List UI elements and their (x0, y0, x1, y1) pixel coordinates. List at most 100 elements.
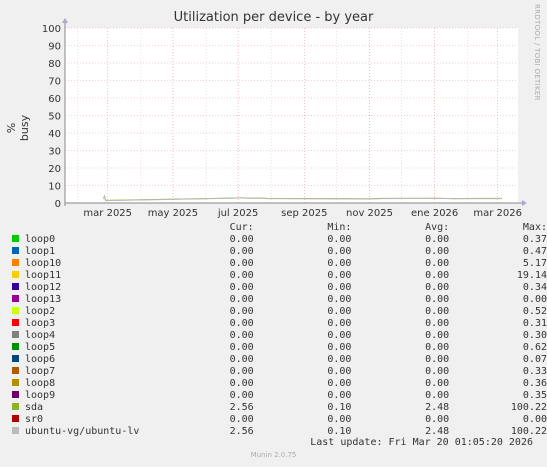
legend-avg-value: 0.00 (425, 270, 450, 281)
legend-max-value: 0.30 (522, 330, 547, 341)
y-tick-label: 70 (48, 77, 61, 88)
legend-row: loop11 0.00 0.00 0.00 19.14 (12, 270, 547, 282)
legend-series-name: loop3 (25, 318, 56, 329)
legend-min-value: 0.00 (327, 270, 352, 281)
legend-series-name: loop7 (25, 366, 56, 377)
legend-series-name: loop4 (25, 330, 56, 341)
legend-series-name: loop10 (25, 258, 62, 269)
legend-avg-value: 2.48 (425, 402, 450, 413)
y-tick-label: 40 (48, 129, 61, 140)
legend-avg-value: 0.00 (425, 414, 450, 425)
legend-row: loop4 0.00 0.00 0.00 0.30 (12, 330, 547, 342)
y-tick-labels: 0 10 20 30 40 50 60 70 80 90 100 (42, 24, 61, 210)
legend-cur-value: 0.00 (229, 294, 254, 305)
legend-avg-value: 0.00 (425, 330, 450, 341)
legend-swatch (12, 307, 19, 314)
legend-avg-value: 0.00 (425, 306, 450, 317)
legend-cur-value: 0.00 (229, 366, 254, 377)
legend-max-value: 19.14 (516, 270, 547, 281)
legend-min-value: 0.00 (327, 366, 352, 377)
legend-row: loop12 0.00 0.00 0.00 0.34 (12, 282, 547, 294)
legend-series-name: loop8 (25, 378, 56, 389)
legend-series-name: loop0 (25, 234, 56, 245)
legend-avg-value: 0.00 (425, 234, 450, 245)
legend-row: loop7 0.00 0.00 0.00 0.33 (12, 366, 547, 378)
legend-series-name: loop2 (25, 306, 56, 317)
legend-max-value: 0.36 (522, 378, 547, 389)
y-axis-arrow (62, 18, 68, 23)
y-tick-label: 90 (48, 42, 61, 53)
legend-row: loop13 0.00 0.00 0.00 0.00 (12, 294, 547, 306)
legend-row: sda 2.56 0.10 2.48 100.22 (12, 402, 547, 414)
legend-max-value: 0.62 (522, 342, 547, 353)
legend-row: loop6 0.00 0.00 0.00 0.07 (12, 354, 547, 366)
legend-min-value: 0.00 (327, 330, 352, 341)
y-tick-label: 60 (48, 94, 61, 105)
legend-min-value: 0.00 (327, 414, 352, 425)
legend-cur-value: 0.00 (229, 354, 254, 365)
legend-max-value: 0.34 (522, 282, 547, 293)
legend-series-name: loop12 (25, 282, 62, 293)
x-tick-label: may 2025 (148, 208, 198, 219)
legend-max-value: 0.35 (522, 390, 547, 401)
legend-max-value: 0.52 (522, 306, 547, 317)
legend-swatch (12, 235, 19, 242)
legend-avg-value: 0.00 (425, 342, 450, 353)
legend-header-avg: Avg: (425, 222, 450, 233)
legend-row: loop0 0.00 0.00 0.00 0.37 (12, 234, 547, 246)
x-tick-label: ene 2026 (411, 208, 458, 219)
legend-series-name: sr0 (25, 414, 44, 425)
legend-cur-value: 0.00 (229, 258, 254, 269)
legend-swatch (12, 295, 19, 302)
legend-cur-value: 0.00 (229, 414, 254, 425)
legend-max-value: 0.47 (522, 246, 547, 257)
y-tick-label: 20 (48, 164, 61, 175)
legend-swatch (12, 271, 19, 278)
legend-max-value: 0.07 (522, 354, 547, 365)
legend-cur-value: 0.00 (229, 234, 254, 245)
legend-swatch (12, 427, 19, 434)
legend-avg-value: 0.00 (425, 354, 450, 365)
legend-swatch (12, 403, 19, 410)
legend-max-value: 5.17 (522, 258, 547, 269)
legend-swatch (12, 319, 19, 326)
legend-row: loop5 0.00 0.00 0.00 0.62 (12, 342, 547, 354)
legend-series-name: sda (25, 402, 44, 413)
legend-series-name: ubuntu-vg/ubuntu-lv (25, 426, 140, 437)
legend-row: loop10 0.00 0.00 0.00 5.17 (12, 258, 547, 270)
legend-max-value: 0.31 (522, 318, 547, 329)
legend-avg-value: 0.00 (425, 390, 450, 401)
legend-series-name: loop6 (25, 354, 56, 365)
legend-avg-value: 0.00 (425, 318, 450, 329)
last-update-text: Last update: Fri Mar 20 01:05:20 2026 (310, 437, 533, 448)
x-axis-arrow (522, 200, 527, 206)
legend-swatch (12, 367, 19, 374)
legend-header-min: Min: (327, 222, 352, 233)
legend-max-value: 0.00 (522, 414, 547, 425)
legend-cur-value: 2.56 (229, 402, 254, 413)
legend-avg-value: 0.00 (425, 366, 450, 377)
legend-swatch (12, 379, 19, 386)
legend-min-value: 0.00 (327, 258, 352, 269)
legend-cur-value: 0.00 (229, 282, 254, 293)
y-tick-label: 30 (48, 147, 61, 158)
x-tick-label: mar 2025 (83, 208, 132, 219)
legend-series-name: loop11 (25, 270, 62, 281)
legend-swatch (12, 247, 19, 254)
legend-row: loop1 0.00 0.00 0.00 0.47 (12, 246, 547, 258)
legend-series-name: loop5 (25, 342, 56, 353)
y-tick-label: 80 (48, 59, 61, 70)
legend-series-name: loop9 (25, 390, 56, 401)
plot-area (65, 28, 518, 203)
legend-min-value: 0.00 (327, 318, 352, 329)
legend-cur-value: 2.56 (229, 426, 254, 437)
legend-swatch (12, 343, 19, 350)
legend-swatch (12, 355, 19, 362)
legend-cur-value: 0.00 (229, 306, 254, 317)
legend-row: loop9 0.00 0.00 0.00 0.35 (12, 390, 547, 402)
legend-avg-value: 0.00 (425, 294, 450, 305)
legend-swatch (12, 415, 19, 422)
legend-series-name: loop13 (25, 294, 62, 305)
legend-cur-value: 0.00 (229, 330, 254, 341)
x-tick-label: jul 2025 (217, 208, 259, 219)
